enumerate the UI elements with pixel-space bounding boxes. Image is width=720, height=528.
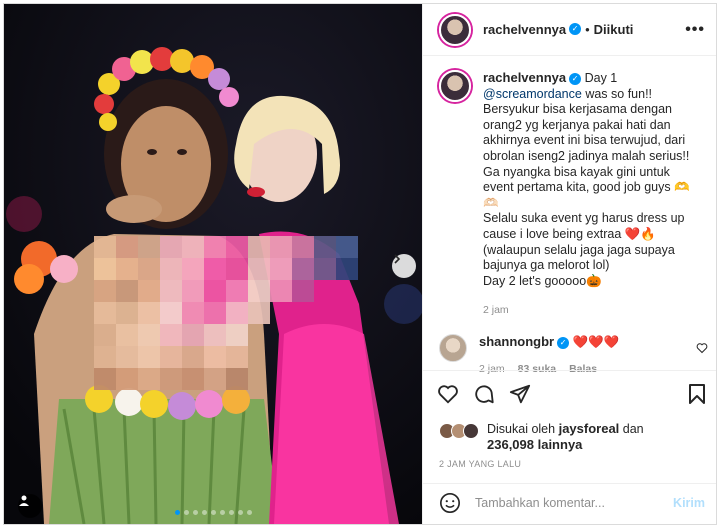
comment-item: shannongbr ✓ ❤️❤️❤️ 2 jam 83 suka Balas [439,334,709,375]
comment-bar: Kirim [423,483,716,521]
caption-line: orang2 yg kerjanya pakai hati dan [483,117,671,132]
likes-count[interactable]: 236,098 lainnya [487,437,582,452]
comment-input[interactable] [475,495,665,510]
post-date[interactable]: 2 JAM YANG LALU [439,459,521,469]
comment-body: shannongbr ✓ ❤️❤️❤️ 2 jam 83 suka Balas [479,334,619,375]
likes-text: Disukai oleh jaysforeal dan 236,098 lain… [487,421,644,453]
caption-line: obrolan iseng2 jadinya malah serius!! [483,148,690,163]
author-username[interactable]: rachelvennya [483,22,566,37]
caption-line: bajunya ga melorot lol) [483,258,610,273]
caption-line: Day 1 [584,71,618,85]
caption-line: Ga nyangka bisa kayak gini untuk [483,164,670,179]
comment-text: ❤️❤️❤️ [572,335,620,349]
post-details-panel: rachelvennya ✓ • Diikuti ••• rachelvennya ✓ … [422,4,716,524]
caption-avatar[interactable] [439,70,471,102]
more-options-icon[interactable]: ••• [685,21,705,39]
user-tag-icon [19,495,29,506]
commenter-avatar[interactable] [439,334,467,362]
caption-line: 🫶🏻 [483,195,499,210]
likes-summary: Disukai oleh jaysforeal dan 236,098 lain… [439,421,644,453]
carousel-dot [219,510,225,515]
next-image-button[interactable] [392,254,416,278]
action-icons [437,383,531,405]
caption-text: rachelvennya ✓ Day 1 @screamordance was s… [483,70,703,319]
liked-by-user[interactable]: jaysforeal [559,421,620,436]
carousel-dot [228,510,234,515]
carousel-dot [237,510,243,515]
carousel-dot [174,510,180,515]
caption-line: event pertama kita, good job guys 🫶 [483,180,690,195]
caption-line: Selalu suka event yg harus dress up [483,211,685,226]
author-avatar[interactable] [439,13,471,46]
avatar [463,423,479,439]
share-icon[interactable] [509,383,531,405]
carousel-indicator [4,510,422,515]
header-separator: • [585,21,590,37]
post-modal: rachelvennya ✓ • Diikuti ••• rachelvennya ✓ … [3,3,717,525]
comment-like-heart-icon[interactable] [696,342,708,354]
following-button[interactable]: Diikuti [594,22,634,37]
verified-badge-icon: ✓ [557,336,570,349]
carousel-dot [201,510,207,515]
carousel-dot [192,510,198,515]
caption-line: was so fun!! [581,86,653,101]
liker-avatars[interactable] [439,423,479,439]
bookmark-icon[interactable] [687,383,707,405]
carousel-dot [210,510,216,515]
caption-line: akhirnya event ini bisa terwujud, dari [483,133,686,148]
verified-badge-icon: ✓ [569,23,582,36]
caption-line: (walaupun selalu jaga jaga supaya [483,242,675,257]
post-comment-button[interactable]: Kirim [673,496,705,510]
post-photo[interactable] [4,4,422,524]
caption-username[interactable]: rachelvennya [483,70,566,85]
chevron-right-icon [394,254,401,264]
photo-illustration [4,4,422,524]
caption-line: Bersyukur bisa kerjasama dengan [483,102,672,117]
liked-by-suffix: dan [619,422,644,436]
caption-line: Day 2 let's gooooo🎃 [483,273,602,288]
mention-link[interactable]: @screamordance [483,87,582,101]
commenter-username[interactable]: shannongbr [479,334,554,349]
post-caption: rachelvennya ✓ Day 1 @screamordance was s… [439,70,709,319]
caption-timestamp[interactable]: 2 jam [483,303,703,319]
comment-icon[interactable] [473,383,495,405]
carousel-dot [246,510,252,515]
carousel-dot [183,510,189,515]
emoji-icon[interactable] [439,492,461,514]
liked-by-prefix: Disukai oleh [487,422,559,436]
verified-badge-icon: ✓ [569,72,582,85]
post-header: rachelvennya ✓ • Diikuti ••• [423,4,716,56]
heart-icon[interactable] [437,383,459,405]
caption-line: cause i love being extraa ❤️🔥 [483,226,656,241]
post-actions: Disukai oleh jaysforeal dan 236,098 lain… [423,370,716,521]
